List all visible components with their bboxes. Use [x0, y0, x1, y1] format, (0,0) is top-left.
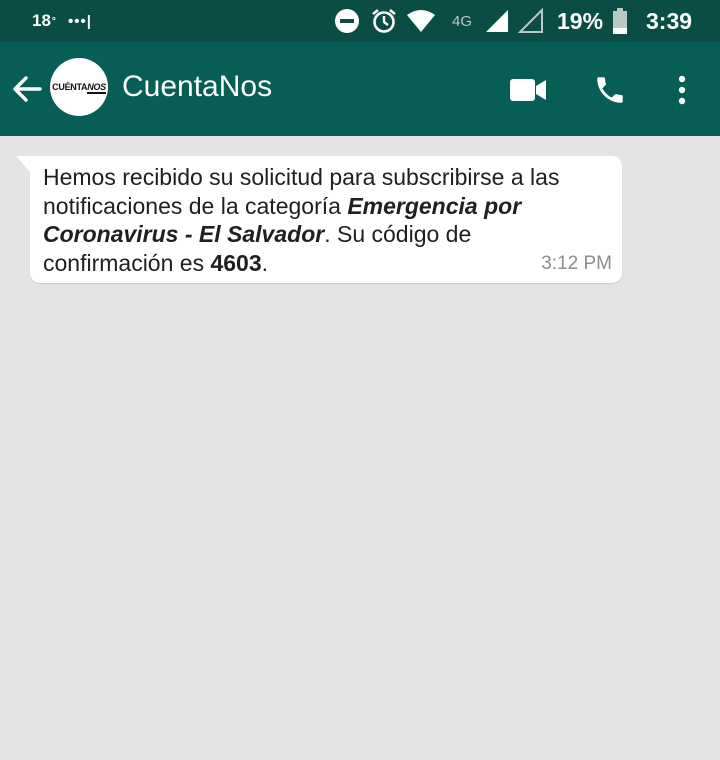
status-time: 3:39 [646, 7, 693, 34]
avatar-logo: CUÉNTANOS [52, 82, 106, 94]
voice-call-button[interactable] [590, 70, 630, 110]
back-button[interactable] [10, 72, 44, 106]
confirmation-code: 4603 [210, 249, 262, 276]
more-vert-icon [678, 75, 686, 105]
contact-name[interactable]: CuentaNos [122, 70, 272, 104]
do-not-disturb-icon [334, 0, 360, 42]
avatar-logo-prefix: CUÉNTA [52, 82, 88, 92]
degree-symbol: ° [51, 15, 56, 27]
avatar[interactable]: CUÉNTANOS [50, 58, 108, 116]
more-options-button[interactable] [662, 70, 702, 110]
signal-empty-icon [518, 0, 544, 42]
status-bar: 18 ° •••| 4G 19% 3:39 [0, 0, 720, 42]
temperature-indicator: 18 ° [32, 0, 56, 42]
battery-icon [612, 0, 628, 42]
phone-icon [597, 77, 623, 103]
wifi-icon [406, 0, 436, 42]
bubble-tail [16, 156, 30, 172]
chat-header: CUÉNTANOS CuentaNos [0, 42, 720, 136]
alarm-clock-icon [370, 0, 398, 42]
video-camera-icon [510, 79, 546, 101]
signal-icon [484, 0, 510, 42]
message-timestamp: 3:12 PM [541, 253, 612, 274]
message-text-part3: . [261, 249, 269, 276]
avatar-logo-suffix: NOS [87, 82, 106, 94]
chat-area[interactable]: Hemos recibido su solicitud para subscri… [0, 136, 720, 760]
network-type-label: 4G [452, 12, 473, 30]
arrow-left-icon [13, 76, 42, 102]
battery-percent: 19% [557, 7, 604, 34]
video-call-button[interactable] [508, 70, 548, 110]
message-text: Hemos recibido su solicitud para subscri… [43, 163, 603, 277]
notification-dots: •••| [68, 12, 92, 30]
message-bubble[interactable]: Hemos recibido su solicitud para subscri… [30, 156, 622, 283]
temperature-value: 18 [32, 11, 51, 30]
